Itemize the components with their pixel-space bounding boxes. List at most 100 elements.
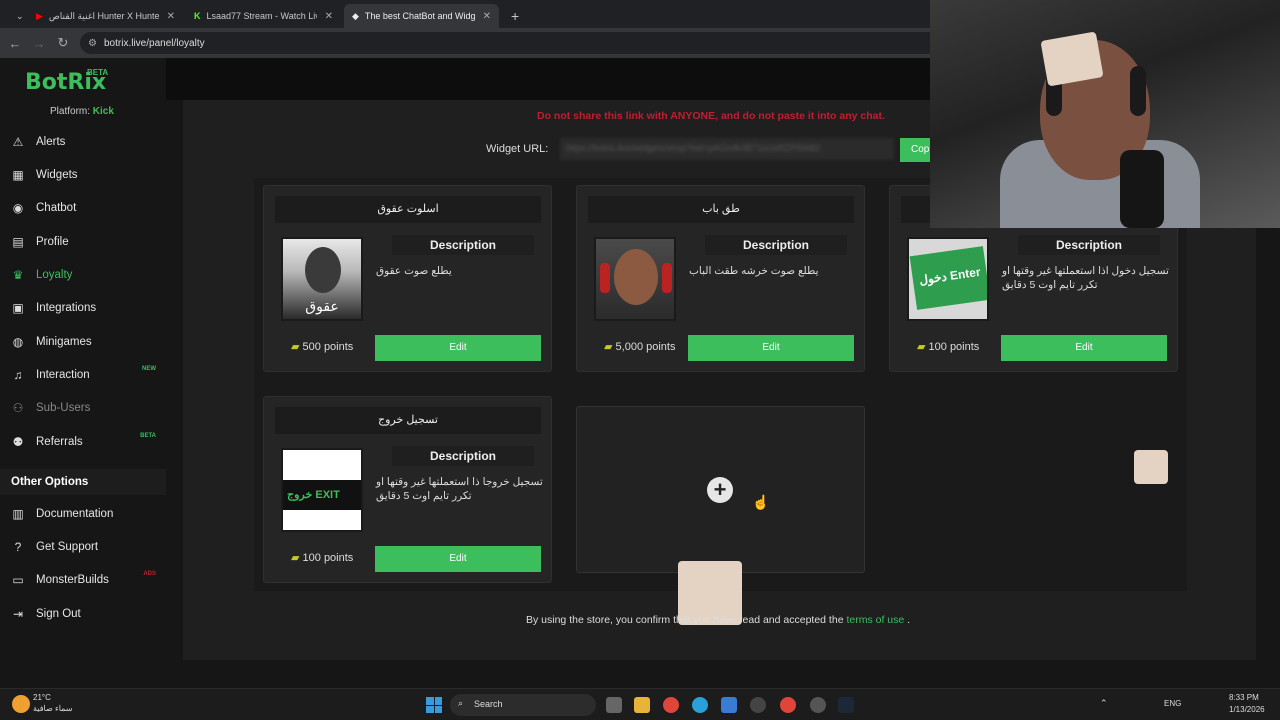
reward-image: عقوق	[281, 237, 363, 321]
tab-youtube[interactable]: ▶ اغنية القناص Hunter X Hunter ... ✕	[28, 4, 183, 28]
reward-description: تسجيل دخول اذا استعملتها غير وقتها او تك…	[1002, 265, 1169, 291]
close-tab-icon[interactable]: ✕	[483, 11, 491, 22]
sidebar-item-profile[interactable]: ▤ Profile	[0, 227, 166, 257]
points-cost: ▰ 100 points	[917, 341, 980, 353]
share-warning: Do not share this link with ANYONE, and …	[537, 110, 885, 122]
sidebar-item-alerts[interactable]: ⚠ Alerts	[0, 127, 166, 157]
sidebar-item-widgets[interactable]: ▦ Widgets	[0, 160, 166, 190]
widget-url-field[interactable]: https://botrix.live/widgets/shop?bid=pAG…	[560, 138, 894, 160]
portrait-shape	[305, 247, 341, 293]
sidebar: BotRix BETA Platform: Kick ⚠ Alerts ▦ Widg…	[0, 58, 166, 688]
terms-note: By using the store, you confirm that you…	[526, 614, 911, 626]
windows-start-icon[interactable]	[426, 697, 442, 713]
edit-button[interactable]: Edit	[688, 335, 854, 361]
sidebar-item-sign-out[interactable]: ⇥ Sign Out	[0, 599, 166, 629]
sidebar-item-minigames[interactable]: ◍ Minigames	[0, 327, 166, 357]
sidebar-item-referrals[interactable]: ⚉ Referrals BETA	[0, 427, 166, 457]
reward-image: دخول Enter	[907, 237, 989, 321]
tray-chevron-icon[interactable]: ⌃	[1100, 698, 1108, 709]
ads-badge: ADS	[143, 571, 156, 577]
points-cost: ▰ 5,000 points	[604, 341, 676, 353]
reward-description: يطلع صوت خرشه طقت الباب	[689, 265, 819, 277]
search-icon: ⌕	[458, 698, 464, 708]
back-icon[interactable]: ←	[3, 36, 27, 51]
app-icon[interactable]	[810, 697, 826, 713]
coins-icon: ▰	[291, 552, 300, 564]
botrix-icon: ◆	[352, 10, 359, 21]
reward-title: طق باب	[588, 196, 854, 223]
tab-list-button[interactable]: ⌄	[8, 4, 24, 28]
edit-button[interactable]: Edit	[375, 546, 541, 572]
points-cost: ▰ 500 points	[291, 341, 354, 353]
image-caption: خروج EXIT	[287, 489, 340, 501]
clock-time[interactable]: 8:33 PM	[1229, 693, 1259, 702]
tab-botrix[interactable]: ◆ The best ChatBot and Widgets ... ✕	[344, 4, 499, 28]
close-tab-icon[interactable]: ✕	[325, 11, 333, 22]
close-tab-icon[interactable]: ✕	[167, 11, 175, 22]
reward-image	[594, 237, 676, 321]
task-view-icon[interactable]	[606, 697, 622, 713]
sidebar-item-get-support[interactable]: ? Get Support	[0, 532, 166, 562]
chrome-active-icon[interactable]	[780, 697, 796, 713]
language-indicator[interactable]: ENG	[1164, 699, 1181, 708]
trophy-icon: ♛	[12, 268, 24, 282]
logo-beta-badge: BETA	[87, 68, 109, 77]
users-icon: ⚇	[12, 401, 24, 415]
headset-shape	[600, 263, 610, 293]
temperature: 21°C	[33, 693, 51, 702]
description-heading: Description	[392, 446, 534, 466]
sidebar-item-integrations[interactable]: ▣ Integrations	[0, 293, 166, 323]
coins-icon: ▰	[604, 341, 613, 353]
file-explorer-icon[interactable]	[634, 697, 650, 713]
new-tab-button[interactable]: +	[503, 4, 523, 28]
sign-out-icon: ⇥	[12, 607, 24, 621]
edit-button[interactable]: Edit	[375, 335, 541, 361]
reward-card: تسجيل خروج خروج EXIT Description تسجيل خ…	[263, 396, 552, 583]
kick-icon: K	[194, 11, 201, 21]
portrait-shape	[614, 249, 658, 305]
monitor-icon: ▭	[12, 573, 24, 587]
clock-date[interactable]: 1/13/2026	[1229, 705, 1265, 714]
youtube-icon: ▶	[36, 10, 43, 21]
gamepad-icon: ◍	[12, 335, 24, 349]
mouse-cursor: ☝	[752, 494, 770, 510]
site-info-icon[interactable]: ⚙	[88, 38, 97, 49]
taskbar-search[interactable]: ⌕ Search	[450, 694, 596, 716]
edit-button[interactable]: Edit	[1001, 335, 1167, 361]
sidebar-item-monsterbuilds[interactable]: ▭ MonsterBuilds ADS	[0, 565, 166, 595]
terms-link[interactable]: terms of use	[846, 614, 904, 626]
steam-icon[interactable]	[838, 697, 854, 713]
weather-icon[interactable]	[12, 695, 30, 713]
reward-image: خروج EXIT	[281, 448, 363, 532]
app-icon[interactable]	[750, 697, 766, 713]
overlay-sticker	[1134, 450, 1168, 484]
headset-shape	[1130, 66, 1146, 116]
id-card-icon: ▤	[12, 235, 24, 249]
reward-title: تسجيل خروج	[275, 407, 541, 434]
url-field[interactable]: ⚙ botrix.live/panel/loyalty	[80, 32, 940, 54]
other-options-header: Other Options	[0, 469, 166, 495]
description-heading: Description	[705, 235, 847, 255]
add-reward-card[interactable]: +	[576, 406, 865, 573]
store-icon[interactable]	[721, 697, 737, 713]
question-icon: ?	[14, 540, 22, 554]
description-heading: Description	[392, 235, 534, 255]
forward-icon[interactable]: →	[27, 36, 51, 51]
reward-card: اسلوت عقوق عقوق Description يطلع صوت عقو…	[263, 185, 552, 372]
book-icon: ▥	[12, 507, 24, 521]
sidebar-item-loyalty[interactable]: ♛ Loyalty	[0, 260, 166, 290]
new-badge: NEW	[142, 366, 156, 372]
platform-indicator: Platform: Kick	[50, 106, 114, 117]
tab-kick[interactable]: K Lsaad77 Stream - Watch Live o... ✕	[186, 4, 341, 28]
sidebar-item-interaction[interactable]: ♫ Interaction NEW	[0, 360, 166, 390]
chrome-icon[interactable]	[663, 697, 679, 713]
plus-icon[interactable]: +	[707, 477, 733, 503]
sidebar-item-sub-users[interactable]: ⚇ Sub-Users	[0, 393, 166, 423]
sidebar-item-chatbot[interactable]: ◉ Chatbot	[0, 193, 166, 223]
microphone-shape	[1120, 150, 1164, 228]
reload-icon[interactable]: ↻	[51, 35, 75, 51]
edge-icon[interactable]	[692, 697, 708, 713]
windows-taskbar: 21°C سماء صافية ⌕ Search ⌃ ENG 8:33 PM 1…	[0, 688, 1280, 720]
description-heading: Description	[1018, 235, 1160, 255]
sidebar-item-documentation[interactable]: ▥ Documentation	[0, 499, 166, 529]
